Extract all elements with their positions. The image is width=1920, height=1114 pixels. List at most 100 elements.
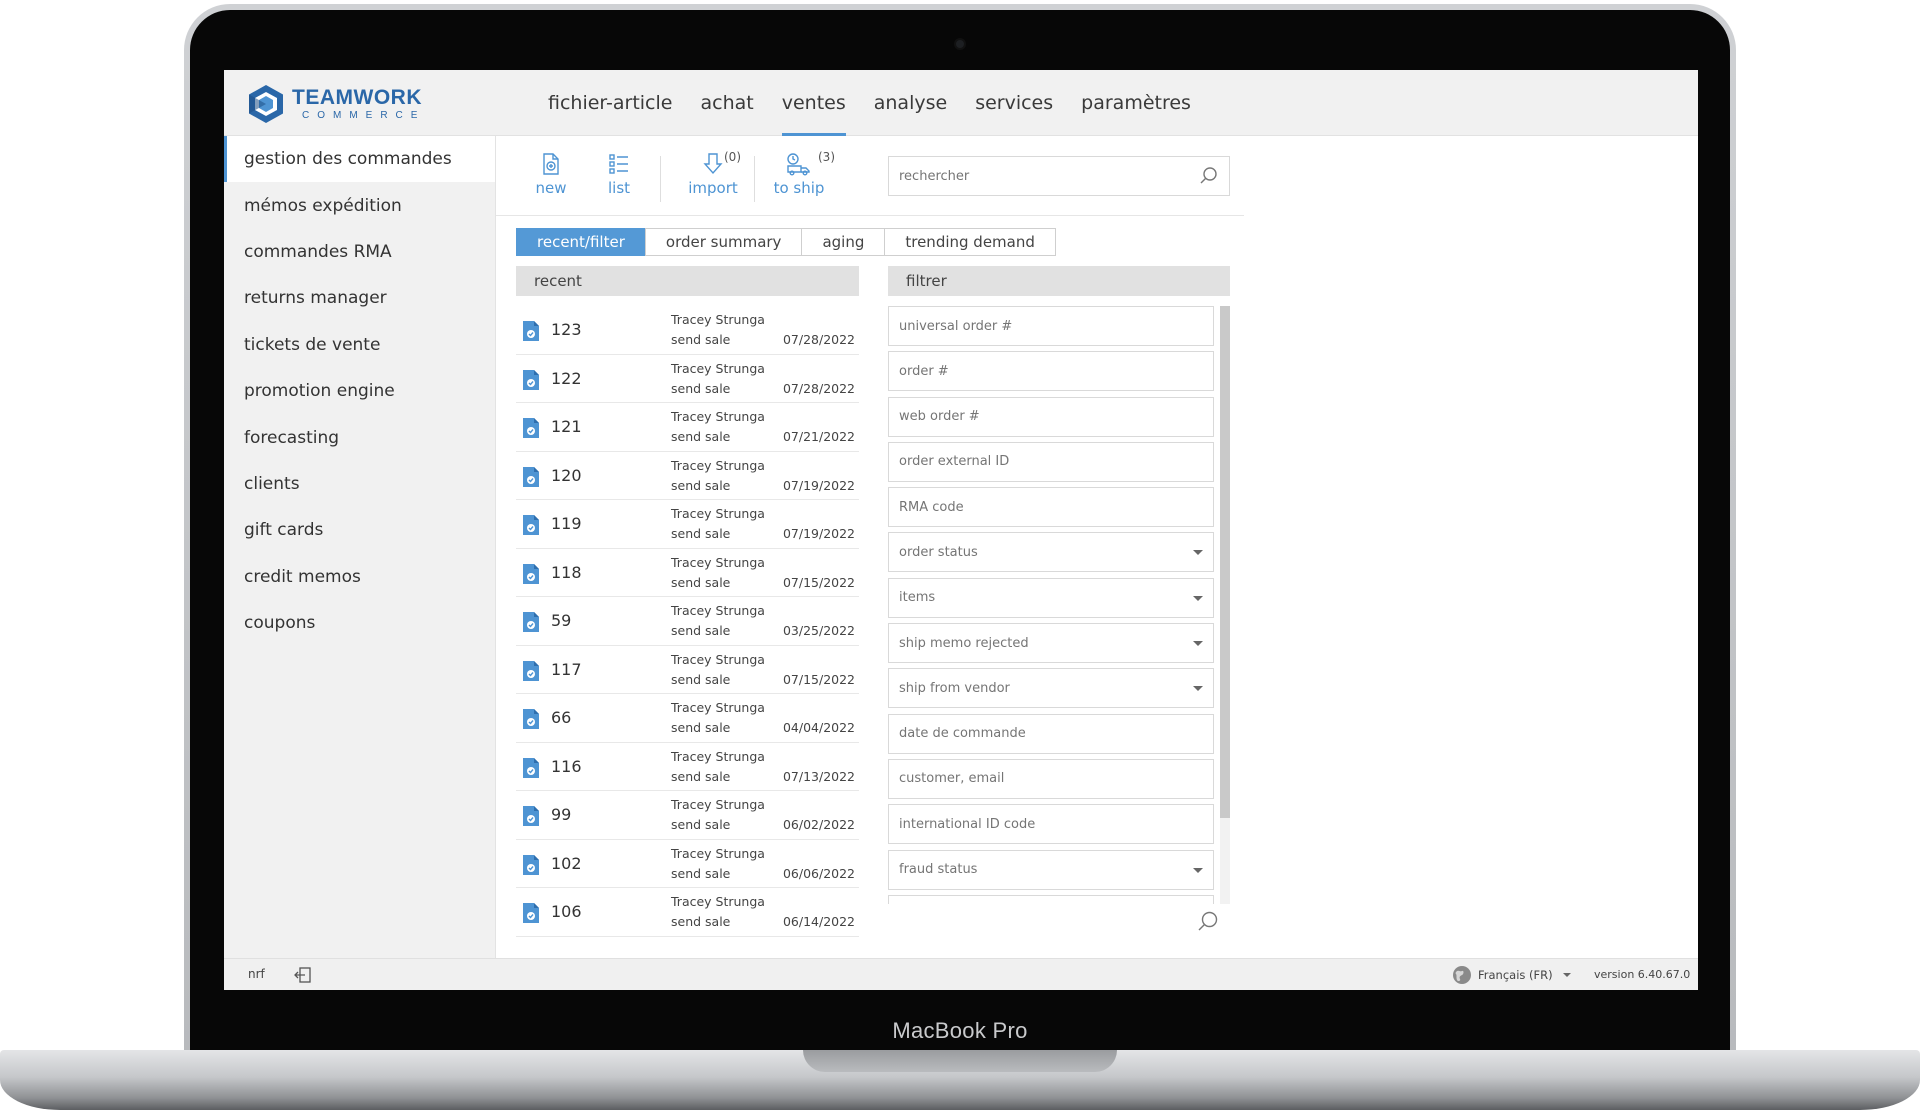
filter-select[interactable] — [888, 849, 1214, 890]
filter-field[interactable] — [888, 306, 1214, 346]
sidebar-item-gestion-des-commandes[interactable]: gestion des commandes — [224, 136, 495, 183]
filter-input[interactable] — [889, 352, 1213, 391]
sidebar-item-gift-cards[interactable]: gift cards — [224, 507, 495, 553]
filter-input[interactable] — [889, 488, 1213, 527]
order-date: 07/19/2022 — [782, 526, 855, 541]
filter-input[interactable] — [889, 624, 1213, 663]
order-document-icon — [522, 902, 540, 928]
tab-aging[interactable]: aging — [801, 228, 886, 256]
filter-input[interactable] — [889, 578, 1213, 617]
table-row[interactable]: 120 Tracey Strunga send sale 07/19/2022 — [516, 452, 859, 500]
filter-select[interactable] — [888, 532, 1214, 573]
sidebar-item-returns-manager[interactable]: returns manager — [224, 275, 495, 321]
table-row[interactable]: 119 Tracey Strunga send sale 07/19/2022 — [516, 500, 859, 549]
sidebar-item-tickets-de-vente[interactable]: tickets de vente — [224, 322, 495, 368]
filter-input[interactable] — [889, 397, 1213, 436]
filter-input[interactable] — [889, 759, 1213, 798]
table-row[interactable]: 123 Tracey Strunga send sale 07/28/2022 — [516, 306, 859, 355]
order-action: send sale — [671, 671, 731, 687]
customer-name: Tracey Strunga — [671, 603, 765, 618]
logout-icon[interactable] — [294, 966, 312, 988]
top-nav-ventes[interactable]: ventes — [768, 70, 860, 136]
order-document-icon — [522, 369, 540, 395]
customer-name: Tracey Strunga — [671, 457, 765, 473]
brand-sub: COMMERCE — [302, 110, 426, 121]
filter-field[interactable] — [888, 396, 1214, 437]
order-action: send sale — [671, 380, 731, 396]
filter-field[interactable] — [888, 894, 1214, 904]
tab-recent-filter[interactable]: recent/filter — [516, 228, 646, 256]
filter-select[interactable] — [888, 668, 1214, 709]
filter-select[interactable] — [888, 577, 1214, 618]
top-nav-achat[interactable]: achat — [686, 70, 767, 136]
filter-fields — [888, 306, 1230, 904]
filter-search-icon[interactable] — [1196, 910, 1220, 938]
top-nav-fichier-article[interactable]: fichier-article — [534, 70, 686, 136]
tab-order-summary[interactable]: order summary — [644, 228, 803, 256]
filter-input[interactable] — [889, 895, 1213, 904]
tab-trending-demand[interactable]: trending demand — [884, 228, 1056, 256]
filter-field[interactable] — [888, 804, 1214, 845]
chevron-down-icon — [1562, 973, 1571, 977]
filter-input[interactable] — [889, 850, 1213, 889]
table-row[interactable]: 59 Tracey Strunga send sale 03/25/2022 — [516, 597, 859, 646]
sidebar-item-credit-memos[interactable]: credit memos — [224, 554, 495, 600]
filter-input[interactable] — [889, 805, 1213, 844]
sidebar-item-promotion-engine[interactable]: promotion engine — [224, 368, 495, 414]
brand-logo[interactable]: TEAMWORK COMMERCE — [246, 84, 456, 124]
order-date: 06/06/2022 — [782, 865, 855, 881]
filter-input[interactable] — [889, 714, 1213, 753]
order-date: 06/02/2022 — [782, 817, 855, 832]
import-label: import — [688, 179, 738, 197]
order-document-icon — [522, 466, 540, 492]
language-selector[interactable]: Français (FR) — [1452, 965, 1571, 985]
filter-scrollbar-thumb[interactable] — [1220, 306, 1230, 818]
filter-input[interactable] — [889, 442, 1213, 481]
table-row[interactable]: 102 Tracey Strunga send sale 06/06/2022 — [516, 840, 859, 888]
recent-list: 123 Tracey Strunga send sale 07/28/2022 122 T… — [516, 306, 859, 937]
filter-field[interactable] — [888, 758, 1214, 799]
brand-name: TEAMWORK — [292, 86, 422, 109]
order-date: 07/13/2022 — [782, 768, 855, 784]
top-nav: fichier-article achat ventes analyse ser… — [534, 70, 1205, 136]
filter-input[interactable] — [889, 669, 1213, 708]
sidebar-item-coupons[interactable]: coupons — [224, 600, 495, 646]
filter-select[interactable] — [888, 623, 1214, 664]
customer-name: Tracey Strunga — [671, 700, 765, 715]
order-document-icon — [522, 514, 540, 540]
filter-field[interactable] — [888, 713, 1214, 754]
toolbar: new list (0) import (3) to ship recherch… — [496, 136, 1244, 216]
sidebar-item-forecasting[interactable]: forecasting — [224, 414, 495, 460]
filter-input[interactable] — [889, 533, 1213, 572]
import-button[interactable]: (0) import — [678, 150, 748, 206]
filter-input[interactable] — [889, 307, 1213, 345]
app-header: TEAMWORK COMMERCE fichier-article achat … — [224, 70, 1698, 136]
top-nav-analyse[interactable]: analyse — [860, 70, 961, 136]
filter-field[interactable] — [888, 487, 1214, 528]
table-row[interactable]: 117 Tracey Strunga send sale 07/15/2022 — [516, 646, 859, 694]
customer-name: Tracey Strunga — [671, 360, 765, 376]
top-nav-services[interactable]: services — [961, 70, 1067, 136]
sidebar-item-memos-expedition[interactable]: mémos expédition — [224, 182, 495, 228]
import-count: (0) — [724, 150, 741, 164]
order-action: send sale — [671, 477, 731, 493]
table-row[interactable]: 118 Tracey Strunga send sale 07/15/2022 — [516, 549, 859, 597]
new-button[interactable]: new — [516, 152, 586, 206]
list-button[interactable]: list — [584, 152, 654, 206]
table-row[interactable]: 99 Tracey Strunga send sale 06/02/2022 — [516, 791, 859, 840]
filter-field[interactable] — [888, 351, 1214, 392]
top-nav-parametres[interactable]: paramètres — [1067, 70, 1205, 136]
sidebar-item-clients[interactable]: clients — [224, 461, 495, 507]
recent-panel: recent 123 Tracey Strunga send sale 07/28/2… — [516, 266, 859, 937]
to-ship-button[interactable]: (3) to ship — [758, 150, 840, 206]
filter-field[interactable] — [888, 441, 1214, 482]
sidebar-item-commandes-rma[interactable]: commandes RMA — [224, 229, 495, 275]
table-row[interactable]: 66 Tracey Strunga send sale 04/04/2022 — [516, 694, 859, 743]
table-row[interactable]: 121 Tracey Strunga send sale 07/21/2022 — [516, 403, 859, 452]
search-icon[interactable] — [1199, 166, 1219, 190]
search-input[interactable] — [889, 157, 1179, 195]
table-row[interactable]: 106 Tracey Strunga send sale 06/14/2022 — [516, 888, 859, 937]
filter-scrollbar[interactable] — [1220, 306, 1230, 904]
table-row[interactable]: 122 Tracey Strunga send sale 07/28/2022 — [516, 355, 859, 403]
table-row[interactable]: 116 Tracey Strunga send sale 07/13/2022 — [516, 743, 859, 791]
